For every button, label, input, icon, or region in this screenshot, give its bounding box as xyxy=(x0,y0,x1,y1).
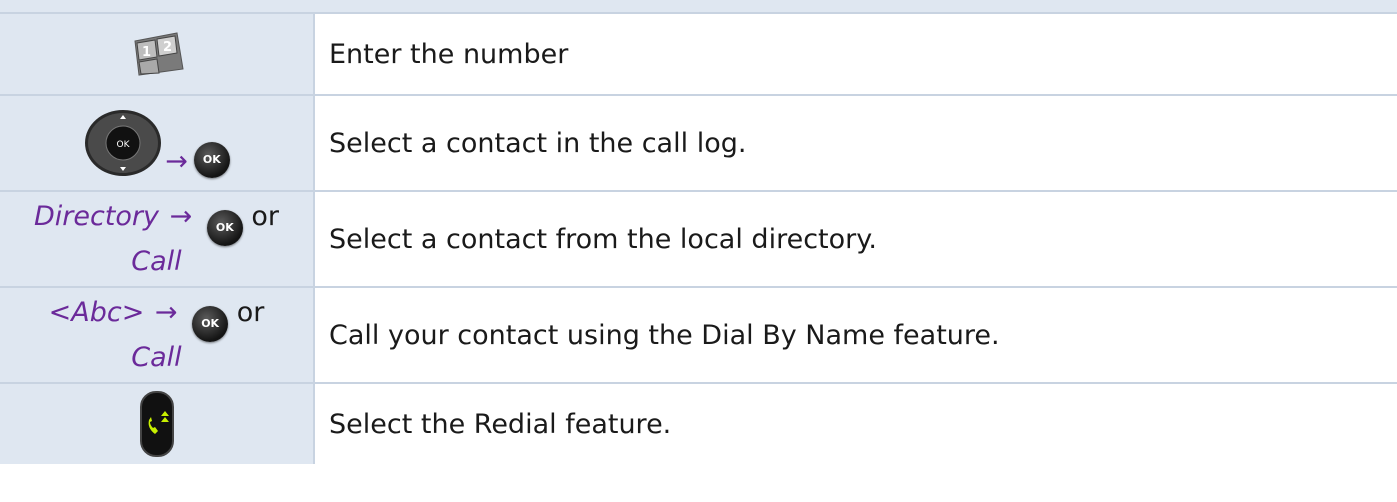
description-cell: Select a contact from the local director… xyxy=(315,192,1397,286)
icon-cell: <Abc> → OK or Call xyxy=(0,288,315,382)
svg-text:1: 1 xyxy=(142,45,151,60)
ok-button-icon: OK xyxy=(192,305,229,342)
table-header-band xyxy=(0,0,1397,14)
directory-key-label: Directory xyxy=(33,200,159,232)
icon-cell: OK → OK xyxy=(0,96,315,190)
icon-cell: Directory → OK or Call xyxy=(0,192,315,286)
navigator-ok-icon: OK xyxy=(85,110,162,176)
ok-button-icon: OK xyxy=(206,209,243,246)
instruction-table: 1 2 Enter the number OK → OK Select a co… xyxy=(0,0,1397,502)
abc-key-label: <Abc> xyxy=(48,296,145,328)
svg-text:OK: OK xyxy=(117,140,131,150)
or-text: or xyxy=(236,296,265,328)
call-key-label: Call xyxy=(131,341,182,373)
icon-cell xyxy=(0,384,315,464)
description-cell: Enter the number xyxy=(315,14,1397,94)
call-key-label: Call xyxy=(131,245,182,277)
arrow: → xyxy=(169,200,193,232)
table-row: Select the Redial feature. xyxy=(0,384,1397,464)
or-text: or xyxy=(251,200,280,232)
numeric-keypad-icon: 1 2 xyxy=(133,32,184,76)
arrow: → xyxy=(154,296,178,328)
table-row: 1 2 Enter the number xyxy=(0,14,1397,96)
arrow: → xyxy=(165,146,188,177)
icon-cell: 1 2 xyxy=(0,14,315,94)
row-description: Select a contact in the call log. xyxy=(329,127,747,159)
row-description: Enter the number xyxy=(329,38,569,70)
ok-button-icon: OK xyxy=(193,142,230,178)
description-cell: Select a contact in the call log. xyxy=(315,96,1397,190)
row-description: Select the Redial feature. xyxy=(329,408,672,440)
redial-key-icon xyxy=(139,391,174,457)
description-cell: Call your contact using the Dial By Name… xyxy=(315,288,1397,382)
table-row: Directory → OK or Call Select a contact … xyxy=(0,192,1397,288)
table-row: OK → OK Select a contact in the call log… xyxy=(0,96,1397,192)
row-description: Select a contact from the local director… xyxy=(329,223,877,255)
svg-text:2: 2 xyxy=(163,40,172,55)
table-row: <Abc> → OK or Call Call your contact usi… xyxy=(0,288,1397,384)
navigator-group: OK → OK xyxy=(83,108,230,178)
row-description: Call your contact using the Dial By Name… xyxy=(329,319,1000,351)
description-cell: Select the Redial feature. xyxy=(315,384,1397,464)
